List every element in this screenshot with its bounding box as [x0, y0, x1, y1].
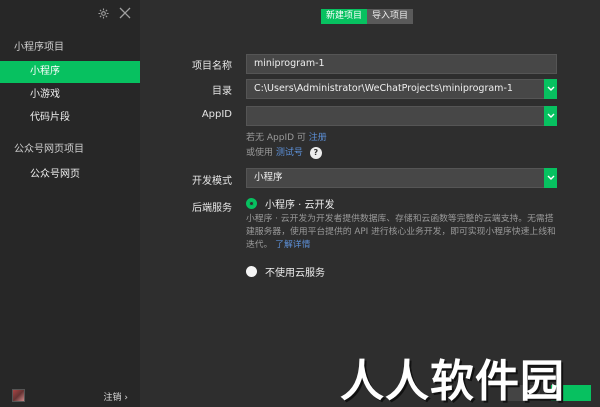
appid-register-hint: 若无 AppID 可 注册: [246, 130, 327, 143]
learn-more-link[interactable]: 了解详情: [275, 240, 310, 250]
appid-test-hint: 或使用 测试号 ?: [246, 145, 322, 159]
directory-select[interactable]: C:\Users\Administrator\WeChatProjects\mi…: [246, 79, 557, 99]
backend-service-label: 后端服务: [192, 203, 232, 214]
sidebar-item-miniprogram[interactable]: 小程序: [0, 61, 140, 83]
appid-hint2-text: 或使用: [246, 148, 274, 158]
logout-link[interactable]: 注销 ›: [104, 390, 128, 403]
help-question-icon[interactable]: ?: [309, 146, 322, 159]
settings-gear-icon[interactable]: [96, 6, 110, 20]
test-account-link[interactable]: 测试号: [276, 148, 303, 158]
appid-dropdown-button[interactable]: [544, 106, 557, 126]
project-name-input[interactable]: miniprogram-1: [246, 54, 557, 74]
sidebar-item-official-account-web[interactable]: 公众号网页: [0, 164, 140, 186]
close-icon[interactable]: [118, 6, 132, 20]
sidebar-section-official-account: 公众号网页项目: [14, 144, 84, 155]
dev-mode-dropdown-button[interactable]: [544, 168, 557, 188]
cloud-dev-description: 小程序 · 云开发为开发者提供数据库、存储和云函数等完整的云端支持。无需搭建服务…: [246, 213, 561, 252]
cloud-dev-option-label: 小程序 · 云开发: [265, 200, 335, 211]
appid-select[interactable]: [246, 106, 557, 126]
appid-label: AppID: [201, 109, 232, 120]
appid-hint-text: 若无 AppID 可: [246, 133, 306, 143]
directory-label: 目录: [212, 86, 232, 97]
no-cloud-option-label: 不使用云服务: [265, 268, 325, 279]
dev-mode-value: 小程序: [254, 172, 283, 183]
chevron-down-icon: [547, 86, 554, 91]
sidebar-item-code-snippet[interactable]: 代码片段: [0, 107, 140, 129]
sidebar: 小程序项目 小程序 小游戏 代码片段 公众号网页项目 公众号网页 注销 ›: [0, 0, 140, 407]
sidebar-section-miniprogram: 小程序项目: [14, 42, 64, 53]
no-cloud-radio-option[interactable]: 不使用云服务: [246, 264, 325, 279]
directory-value: C:\Users\Administrator\WeChatProjects\mi…: [254, 83, 513, 94]
sidebar-item-minigame[interactable]: 小游戏: [0, 84, 140, 106]
watermark-text: 人人软件园: [340, 356, 565, 407]
tab-import-project[interactable]: 导入项目: [367, 9, 414, 24]
chevron-down-icon: [547, 113, 554, 118]
directory-dropdown-button[interactable]: [544, 79, 557, 99]
avatar[interactable]: [12, 389, 25, 402]
dev-mode-label: 开发模式: [192, 176, 232, 187]
sidebar-top-icons: [96, 6, 132, 20]
chevron-down-icon: [547, 175, 554, 180]
project-name-label: 项目名称: [192, 61, 232, 72]
dev-mode-select[interactable]: 小程序: [246, 168, 557, 188]
project-tabs: 新建项目 导入项目: [321, 9, 414, 24]
tab-new-project[interactable]: 新建项目: [321, 9, 368, 24]
radio-selected-icon[interactable]: [246, 198, 257, 209]
sidebar-footer: 注销 ›: [0, 385, 140, 407]
radio-unselected-icon[interactable]: [246, 266, 257, 277]
register-link[interactable]: 注册: [309, 133, 327, 143]
cloud-dev-radio-option[interactable]: 小程序 · 云开发: [246, 196, 335, 211]
